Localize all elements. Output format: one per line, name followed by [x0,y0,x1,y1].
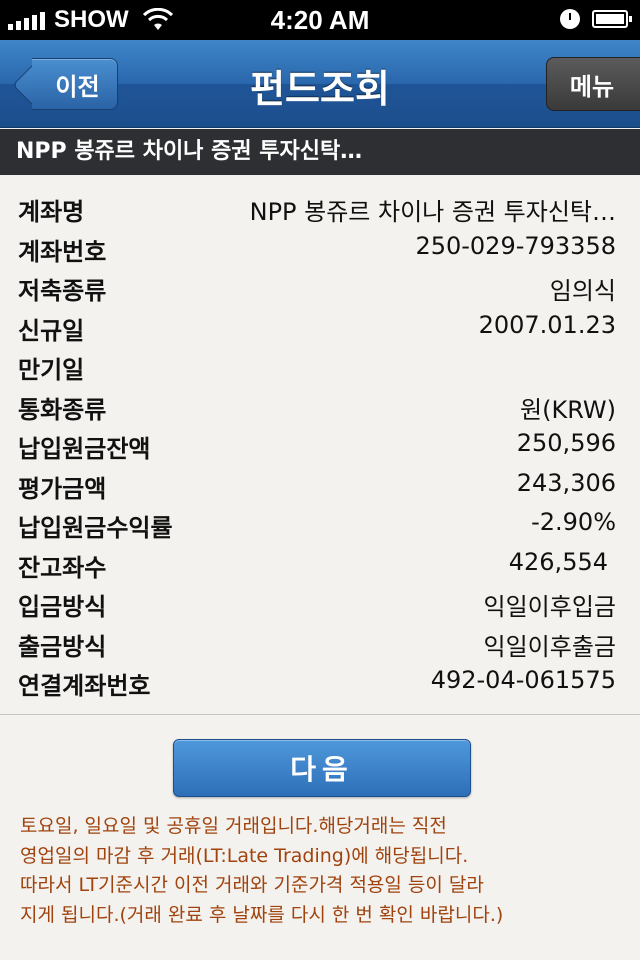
late-trading-notice: 토요일, 일요일 및 공휴일 거래입니다.해당거래는 직전 영업일의 마감 후 … [20,812,630,930]
row-value: 250-029-793358 [415,231,616,260]
navigation-bar: 이전 펀드조회 메뉴 [0,40,640,128]
row-account-name: 계좌명 NPP 봉쥬르 차이나 증권 투자신탁… [0,190,640,230]
row-value: 492-04-061575 [430,666,616,694]
row-label: 입금방식 [18,593,107,621]
notice-line: 지게 됩니다.(거래 완료 후 날짜를 다시 한 번 확인 바랍니다.) [20,903,504,926]
row-label: 만기일 [18,356,85,384]
row-value: 익일이후출금 [483,632,616,661]
row-label: 연결계좌번호 [18,672,151,700]
row-savings-type: 저축종류 임의식 [0,269,640,309]
row-open-date: 신규일 2007.01.23 [0,309,640,349]
notice-line: 토요일, 일요일 및 공휴일 거래입니다.해당거래는 직전 [20,815,447,837]
row-withdrawal-method: 출금방식 익일이후출금 [0,625,640,665]
row-value: 임의식 [549,277,616,305]
row-label: 신규일 [18,316,85,345]
row-value: 426,554 [508,547,608,576]
row-label: 계좌명 [18,198,85,226]
row-return-rate: 납입원금수익률 -2.90% [0,506,640,546]
row-value: 익일이후입금 [483,593,616,621]
next-button[interactable]: 다음 [173,739,471,797]
row-label: 평가금액 [18,474,107,503]
notice-line: 따라서 LT기준시간 이전 거래와 기준가격 적용일 등이 달라 [20,874,484,896]
fund-name-header: NPP 봉쥬르 차이나 증권 투자신탁… [0,129,640,175]
row-label: 출금방식 [18,632,107,661]
row-value: NPP 봉쥬르 차이나 증권 투자신탁… [249,198,616,226]
row-valuation-amount: 평가금액 243,306 [0,467,640,507]
page-title: 펀드조회 [250,67,390,111]
row-account-number: 계좌번호 250-029-793358 [0,230,640,270]
row-principal-balance: 납입원금잔액 250,596 [0,427,640,467]
row-label: 계좌번호 [18,237,107,266]
menu-button[interactable]: 메뉴 [546,57,640,111]
row-label: 잔고좌수 [18,553,107,582]
row-value: 원(KRW) [520,395,616,424]
row-value: 250,596 [516,429,616,457]
row-deposit-method: 입금방식 익일이후입금 [0,585,640,625]
row-maturity-date: 만기일 [0,348,640,388]
clock: 4:20 AM [270,5,370,35]
row-unit-balance: 잔고좌수 426,554 [0,546,640,586]
divider [0,714,640,715]
rotation-lock-icon [560,9,580,29]
row-currency: 통화종류 원(KRW) [0,388,640,428]
fund-info-table: 계좌명 NPP 봉쥬르 차이나 증권 투자신탁… 계좌번호 250-029-79… [0,190,640,704]
row-label: 통화종류 [18,395,107,424]
row-label: 납입원금수익률 [18,514,173,542]
status-bar: SHOW 4:20 AM [0,0,640,40]
notice-line: 영업일의 마감 후 거래(LT:Late Trading)에 해당됩니다. [20,844,469,867]
row-linked-account: 연결계좌번호 492-04-061575 [0,664,640,704]
row-value: 2007.01.23 [478,310,616,339]
battery-icon [592,10,632,28]
row-value: 243,306 [516,468,616,497]
row-label: 납입원금잔액 [18,435,151,463]
row-label: 저축종류 [18,277,107,305]
row-value: -2.90% [531,508,616,536]
